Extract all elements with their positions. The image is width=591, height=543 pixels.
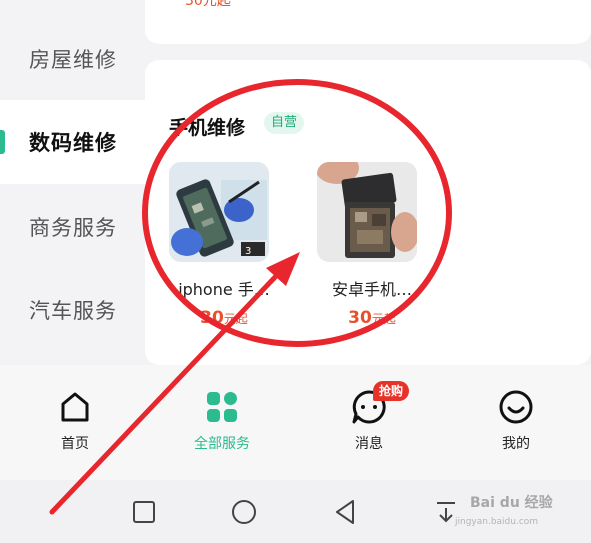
product-price: 30元起	[200, 308, 248, 328]
svg-text:3: 3	[245, 246, 251, 257]
tab-label: 首页	[61, 436, 89, 452]
profile-icon	[466, 387, 566, 427]
tab-profile[interactable]: 我的	[466, 387, 566, 453]
previous-service-card[interactable]: 30元起	[145, 0, 591, 44]
baidu-watermark: Bai du 经验	[470, 495, 553, 511]
tab-label: 消息	[355, 436, 383, 452]
sidebar-item-label: 房屋维修	[29, 48, 117, 72]
tab-all-services[interactable]: 全部服务	[172, 387, 272, 453]
section-title: 手机维修	[169, 117, 246, 139]
product-android-repair[interactable]: 安卓手机… 30元起	[317, 162, 437, 328]
sidebar-item-business-service[interactable]: 商务服务	[0, 185, 145, 269]
tab-messages[interactable]: 抢购 消息	[319, 381, 419, 453]
product-iphone-repair[interactable]: 3 iphone 手… 30元起	[169, 162, 289, 328]
phone-repair-card: 手机维修 自营 3 iphone 手… 30元起 安卓手机… 30元起	[145, 60, 591, 365]
flash-sale-badge: 抢购	[373, 381, 410, 401]
sidebar-item-car-service[interactable]: 汽车服务	[0, 268, 145, 352]
all-services-icon	[172, 387, 272, 427]
baidu-watermark-url: jingyan.baidu.com	[455, 517, 539, 527]
tab-label: 我的	[502, 436, 530, 452]
tab-label: 全部服务	[194, 436, 250, 452]
product-price: 30元起	[348, 308, 396, 328]
home-nav-button[interactable]	[230, 498, 258, 526]
circle-icon	[232, 500, 256, 524]
category-sidebar: 房屋维修 数码维修 商务服务 汽车服务	[0, 0, 145, 365]
iphone-repair-image: 3	[169, 162, 269, 262]
product-name: 安卓手机…	[331, 280, 412, 299]
sidebar-item-label: 汽车服务	[29, 299, 117, 323]
sidebar-item-label: 商务服务	[29, 216, 117, 240]
android-repair-image	[317, 162, 417, 262]
previous-card-price: 30元起	[185, 0, 231, 9]
square-icon	[133, 501, 155, 523]
product-name: iphone 手…	[178, 280, 270, 299]
triangle-back-icon	[336, 500, 354, 524]
home-icon	[25, 387, 125, 427]
tab-home[interactable]: 首页	[25, 387, 125, 453]
recent-apps-button[interactable]	[130, 498, 158, 526]
self-operated-tag: 自营	[264, 112, 305, 134]
back-nav-button[interactable]	[331, 498, 359, 526]
active-indicator	[0, 130, 5, 154]
sidebar-item-house-repair[interactable]: 房屋维修	[0, 17, 145, 101]
bottom-tab-bar: 首页 全部服务 抢购 消息 我的	[0, 365, 591, 480]
sidebar-item-label: 数码维修	[29, 131, 117, 155]
sidebar-item-digital-repair[interactable]: 数码维修	[0, 100, 145, 184]
